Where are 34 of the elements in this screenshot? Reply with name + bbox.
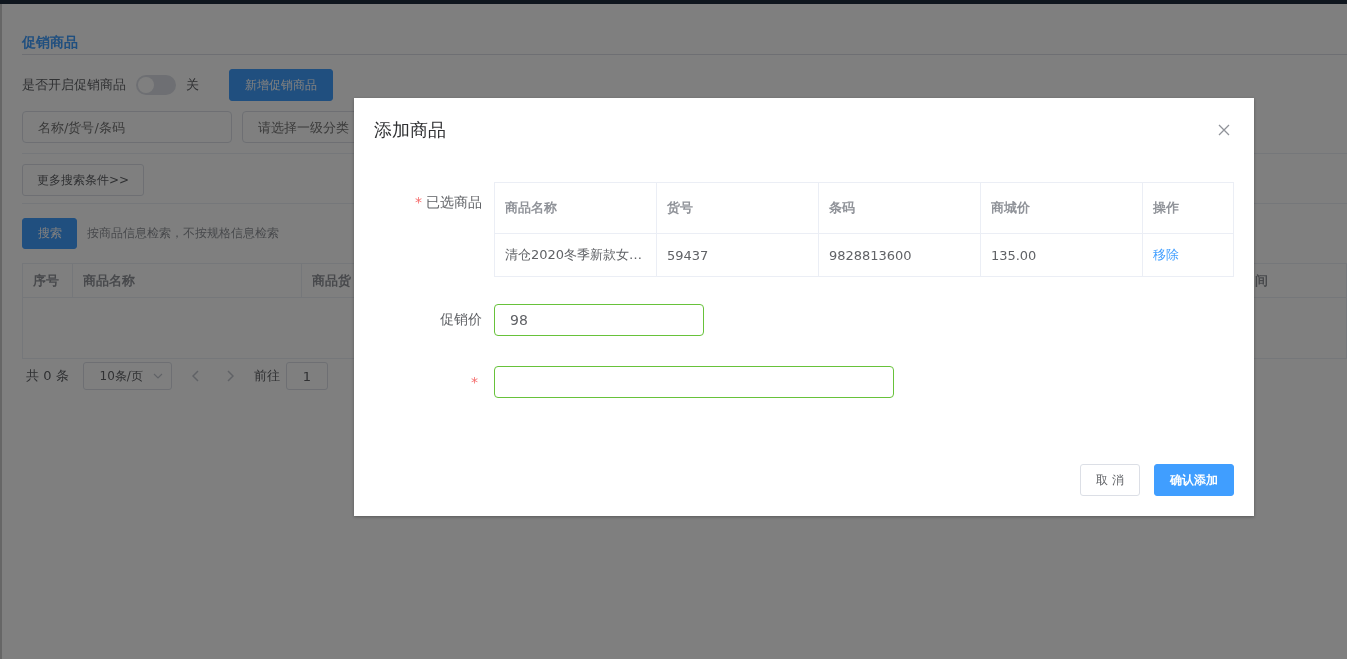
- remove-link[interactable]: 移除: [1152, 246, 1179, 264]
- more-conditions-button[interactable]: 更多搜索条件>>: [22, 164, 145, 196]
- close-icon[interactable]: [1218, 124, 1230, 136]
- table-cell: 清仓2020冬季新款女…: [494, 234, 657, 276]
- search-field[interactable]: 名称/货号/条码: [22, 111, 232, 143]
- section-title: 促销商品: [22, 34, 78, 50]
- table-cell: 59437: [656, 234, 819, 276]
- column-header: 商品名称: [494, 183, 657, 233]
- required-mark: *: [471, 374, 478, 390]
- goto-label: 前往: [253, 367, 280, 385]
- column-header: 操作: [1151, 199, 1180, 217]
- toggle-label: 是否开启促销商品: [22, 76, 126, 94]
- field-label: 已选商品: [425, 194, 482, 210]
- add-promo-button[interactable]: 新增促销商品: [229, 69, 333, 101]
- search-button[interactable]: 搜索: [22, 218, 77, 249]
- column-header: 条码: [818, 183, 981, 233]
- cancel-button[interactable]: 取 消: [1080, 464, 1140, 496]
- chevron-down-icon: [152, 373, 163, 379]
- promo-price-field[interactable]: 98: [494, 304, 704, 336]
- input-field[interactable]: [494, 366, 894, 398]
- next-page-icon[interactable]: [225, 370, 234, 382]
- column-header: 商城价: [980, 183, 1143, 233]
- field-label: 促销价: [440, 311, 482, 327]
- prev-page-icon[interactable]: [191, 370, 200, 382]
- toggle-state: 关: [186, 76, 199, 94]
- table-cell: 9828813600: [818, 234, 981, 276]
- page-input[interactable]: 1: [285, 362, 328, 390]
- table-cell: 135.00: [980, 234, 1143, 276]
- page-size-select[interactable]: 10条/页: [82, 362, 172, 390]
- total-count: 共 0 条: [26, 367, 69, 385]
- confirm-button[interactable]: 确认添加: [1154, 464, 1234, 496]
- dialog-title: 添加商品: [374, 118, 446, 142]
- column-header: 货号: [656, 183, 819, 233]
- required-mark: *: [414, 194, 422, 210]
